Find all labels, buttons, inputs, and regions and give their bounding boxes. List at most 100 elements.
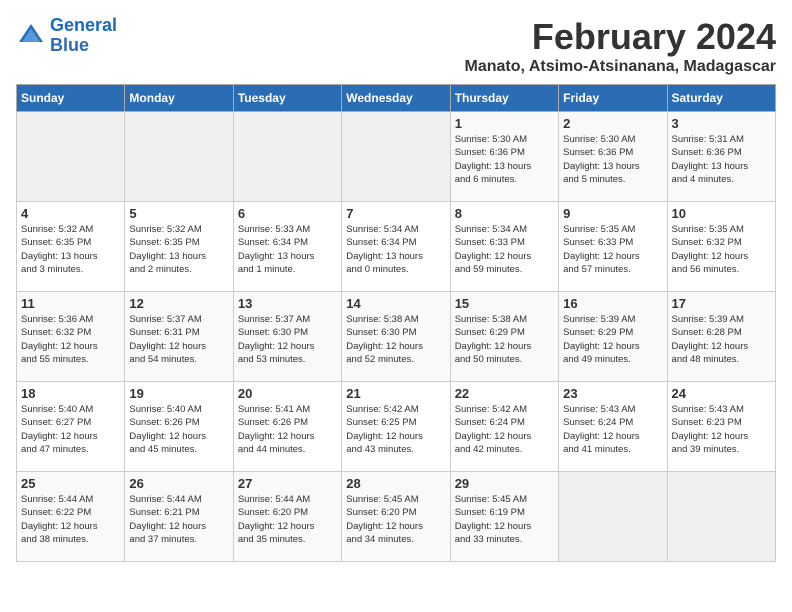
- cell-w0-d4: 1Sunrise: 5:30 AM Sunset: 6:36 PM Daylig…: [450, 112, 558, 202]
- day-number-w2-d0: 11: [21, 296, 120, 311]
- day-number-w1-d0: 4: [21, 206, 120, 221]
- cell-w3-d3: 21 Sunrise: 5:42 AM Sunset: 6:25 PM Dayli…: [342, 382, 450, 472]
- day-number-w2-d4: 15: [455, 296, 554, 311]
- day-detail-w3-d1: Sunrise: 5:40 AM Sunset: 6:26 PM Dayligh…: [129, 403, 228, 456]
- day-number-w4-d2: 27: [238, 476, 337, 491]
- header-row: Sunday Monday Tuesday Wednesday Thursday…: [17, 85, 776, 112]
- day-detail-w3-d6: Sunrise: 5:43 AM Sunset: 6:23 PM Dayligh…: [672, 403, 771, 456]
- day-number-w1-d6: 10: [672, 206, 771, 221]
- col-sunday: Sunday: [17, 85, 125, 112]
- cell-w1-d0: 4Sunrise: 5:32 AM Sunset: 6:35 PM Daylig…: [17, 202, 125, 292]
- header: General Blue February 2024 Manato, Atsim…: [16, 16, 776, 76]
- day-detail-w1-d3: Sunrise: 5:34 AM Sunset: 6:34 PM Dayligh…: [346, 223, 445, 276]
- month-title: February 2024: [465, 16, 776, 58]
- day-number-w2-d1: 12: [129, 296, 228, 311]
- day-number-w3-d0: 18: [21, 386, 120, 401]
- day-detail-w2-d3: Sunrise: 5:38 AM Sunset: 6:30 PM Dayligh…: [346, 313, 445, 366]
- day-detail-w2-d1: Sunrise: 5:37 AM Sunset: 6:31 PM Dayligh…: [129, 313, 228, 366]
- day-detail-w2-d4: Sunrise: 5:38 AM Sunset: 6:29 PM Dayligh…: [455, 313, 554, 366]
- col-tuesday: Tuesday: [233, 85, 341, 112]
- location-title: Manato, Atsimo-Atsinanana, Madagascar: [465, 58, 776, 76]
- day-detail-w1-d5: Sunrise: 5:35 AM Sunset: 6:33 PM Dayligh…: [563, 223, 662, 276]
- day-number-w4-d4: 29: [455, 476, 554, 491]
- title-area: February 2024 Manato, Atsimo-Atsinanana,…: [465, 16, 776, 76]
- logo-line1: General: [50, 15, 117, 35]
- cell-w1-d1: 5Sunrise: 5:32 AM Sunset: 6:35 PM Daylig…: [125, 202, 233, 292]
- day-detail-w4-d3: Sunrise: 5:45 AM Sunset: 6:20 PM Dayligh…: [346, 493, 445, 546]
- col-wednesday: Wednesday: [342, 85, 450, 112]
- col-saturday: Saturday: [667, 85, 775, 112]
- day-detail-w1-d6: Sunrise: 5:35 AM Sunset: 6:32 PM Dayligh…: [672, 223, 771, 276]
- day-number-w3-d3: 21: [346, 386, 445, 401]
- day-number-w4-d3: 28: [346, 476, 445, 491]
- day-number-w3-d5: 23: [563, 386, 662, 401]
- day-number-w1-d5: 9: [563, 206, 662, 221]
- day-detail-w1-d4: Sunrise: 5:34 AM Sunset: 6:33 PM Dayligh…: [455, 223, 554, 276]
- week-row-4: 25 Sunrise: 5:44 AM Sunset: 6:22 PM Dayli…: [17, 472, 776, 562]
- col-monday: Monday: [125, 85, 233, 112]
- day-number-w0-d4: 1: [455, 116, 554, 131]
- day-detail-w2-d0: Sunrise: 5:36 AM Sunset: 6:32 PM Dayligh…: [21, 313, 120, 366]
- day-number-w1-d4: 8: [455, 206, 554, 221]
- day-number-w2-d6: 17: [672, 296, 771, 311]
- day-number-w3-d2: 20: [238, 386, 337, 401]
- cell-w2-d5: 16 Sunrise: 5:39 AM Sunset: 6:29 PM Dayli…: [559, 292, 667, 382]
- logo-line2: Blue: [50, 35, 89, 55]
- day-number-w0-d5: 2: [563, 116, 662, 131]
- cell-w3-d4: 22Sunrise: 5:42 AM Sunset: 6:24 PM Dayli…: [450, 382, 558, 472]
- day-number-w4-d0: 25: [21, 476, 120, 491]
- day-detail-w2-d5: Sunrise: 5:39 AM Sunset: 6:29 PM Dayligh…: [563, 313, 662, 366]
- cell-w2-d6: 17 Sunrise: 5:39 AM Sunset: 6:28 PM Dayli…: [667, 292, 775, 382]
- day-number-w3-d1: 19: [129, 386, 228, 401]
- cell-w4-d1: 26Sunrise: 5:44 AM Sunset: 6:21 PM Dayli…: [125, 472, 233, 562]
- day-detail-w2-d6: Sunrise: 5:39 AM Sunset: 6:28 PM Dayligh…: [672, 313, 771, 366]
- day-detail-w4-d2: Sunrise: 5:44 AM Sunset: 6:20 PM Dayligh…: [238, 493, 337, 546]
- cell-w3-d2: 20 Sunrise: 5:41 AM Sunset: 6:26 PM Dayli…: [233, 382, 341, 472]
- day-number-w2-d5: 16: [563, 296, 662, 311]
- day-number-w3-d4: 22: [455, 386, 554, 401]
- logo-text: General Blue: [50, 16, 117, 56]
- day-detail-w3-d3: Sunrise: 5:42 AM Sunset: 6:25 PM Dayligh…: [346, 403, 445, 456]
- cell-w0-d3: [342, 112, 450, 202]
- cell-w0-d2: [233, 112, 341, 202]
- week-row-2: 11 Sunrise: 5:36 AM Sunset: 6:32 PM Dayli…: [17, 292, 776, 382]
- day-number-w2-d2: 13: [238, 296, 337, 311]
- day-number-w2-d3: 14: [346, 296, 445, 311]
- day-detail-w4-d1: Sunrise: 5:44 AM Sunset: 6:21 PM Dayligh…: [129, 493, 228, 546]
- week-row-1: 4 Sunrise: 5:32 AM Sunset: 6:35 PM Daylig…: [17, 202, 776, 292]
- week-row-0: 1Sunrise: 5:30 AM Sunset: 6:36 PM Daylig…: [17, 112, 776, 202]
- cell-w3-d6: 24 Sunrise: 5:43 AM Sunset: 6:23 PM Dayli…: [667, 382, 775, 472]
- day-detail-w1-d1: Sunrise: 5:32 AM Sunset: 6:35 PM Dayligh…: [129, 223, 228, 276]
- day-detail-w4-d0: Sunrise: 5:44 AM Sunset: 6:22 PM Dayligh…: [21, 493, 120, 546]
- cell-w3-d5: 23Sunrise: 5:43 AM Sunset: 6:24 PM Dayli…: [559, 382, 667, 472]
- day-number-w1-d2: 6: [238, 206, 337, 221]
- cell-w1-d4: 8 Sunrise: 5:34 AM Sunset: 6:33 PM Daylig…: [450, 202, 558, 292]
- day-number-w0-d6: 3: [672, 116, 771, 131]
- calendar-table: Sunday Monday Tuesday Wednesday Thursday…: [16, 84, 776, 562]
- calendar-body: 1Sunrise: 5:30 AM Sunset: 6:36 PM Daylig…: [17, 112, 776, 562]
- cell-w2-d4: 15 Sunrise: 5:38 AM Sunset: 6:29 PM Dayli…: [450, 292, 558, 382]
- day-detail-w4-d4: Sunrise: 5:45 AM Sunset: 6:19 PM Dayligh…: [455, 493, 554, 546]
- calendar-header: Sunday Monday Tuesday Wednesday Thursday…: [17, 85, 776, 112]
- cell-w4-d3: 28 Sunrise: 5:45 AM Sunset: 6:20 PM Dayli…: [342, 472, 450, 562]
- day-number-w3-d6: 24: [672, 386, 771, 401]
- day-detail-w1-d2: Sunrise: 5:33 AM Sunset: 6:34 PM Dayligh…: [238, 223, 337, 276]
- col-friday: Friday: [559, 85, 667, 112]
- day-detail-w3-d0: Sunrise: 5:40 AM Sunset: 6:27 PM Dayligh…: [21, 403, 120, 456]
- day-detail-w3-d2: Sunrise: 5:41 AM Sunset: 6:26 PM Dayligh…: [238, 403, 337, 456]
- cell-w0-d0: [17, 112, 125, 202]
- col-thursday: Thursday: [450, 85, 558, 112]
- logo: General Blue: [16, 16, 117, 56]
- cell-w4-d6: [667, 472, 775, 562]
- cell-w4-d0: 25 Sunrise: 5:44 AM Sunset: 6:22 PM Dayli…: [17, 472, 125, 562]
- cell-w2-d0: 11 Sunrise: 5:36 AM Sunset: 6:32 PM Dayli…: [17, 292, 125, 382]
- logo-icon: [16, 21, 46, 51]
- day-number-w1-d3: 7: [346, 206, 445, 221]
- day-detail-w2-d2: Sunrise: 5:37 AM Sunset: 6:30 PM Dayligh…: [238, 313, 337, 366]
- cell-w0-d1: [125, 112, 233, 202]
- week-row-3: 18 Sunrise: 5:40 AM Sunset: 6:27 PM Dayli…: [17, 382, 776, 472]
- cell-w4-d2: 27 Sunrise: 5:44 AM Sunset: 6:20 PM Dayli…: [233, 472, 341, 562]
- day-detail-w0-d6: Sunrise: 5:31 AM Sunset: 6:36 PM Dayligh…: [672, 133, 771, 186]
- cell-w2-d1: 12 Sunrise: 5:37 AM Sunset: 6:31 PM Dayli…: [125, 292, 233, 382]
- cell-w2-d2: 13 Sunrise: 5:37 AM Sunset: 6:30 PM Dayli…: [233, 292, 341, 382]
